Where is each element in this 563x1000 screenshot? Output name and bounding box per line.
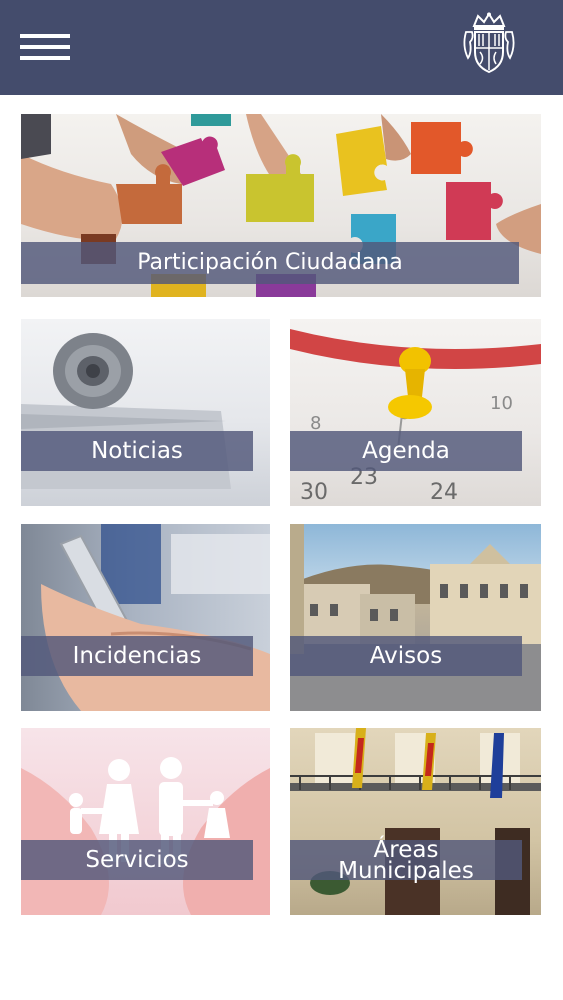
tile-label: Participación Ciudadana bbox=[21, 242, 519, 284]
svg-text:10: 10 bbox=[490, 393, 513, 414]
town-square-image bbox=[290, 524, 541, 711]
tile-servicios[interactable]: Servicios bbox=[21, 728, 270, 915]
tile-avisos[interactable]: Avisos bbox=[290, 524, 541, 711]
tile-incidencias[interactable]: Incidencias bbox=[21, 524, 270, 711]
town-hall-image bbox=[290, 728, 541, 915]
newspaper-image bbox=[21, 319, 270, 506]
top-app-bar bbox=[0, 0, 563, 95]
coat-of-arms-icon[interactable] bbox=[460, 12, 518, 74]
svg-text:30: 30 bbox=[300, 480, 328, 505]
tile-label: Agenda bbox=[290, 431, 522, 471]
tile-label: Noticias bbox=[21, 431, 253, 471]
hamburger-menu-icon[interactable] bbox=[20, 34, 72, 60]
hand-smartphone-image bbox=[21, 524, 270, 711]
tile-agenda[interactable]: 8 9 10 30 23 24 Agenda bbox=[290, 319, 541, 506]
tile-areas-municipales[interactable]: Áreas Municipales bbox=[290, 728, 541, 915]
calendar-pin-image: 8 9 10 30 23 24 bbox=[290, 319, 541, 506]
tile-label: Incidencias bbox=[21, 636, 253, 676]
family-hands-image bbox=[21, 728, 270, 915]
tile-participacion-ciudadana[interactable]: Participación Ciudadana bbox=[21, 114, 541, 297]
tile-label: Avisos bbox=[290, 636, 522, 676]
tile-noticias[interactable]: Noticias bbox=[21, 319, 270, 506]
tile-label-multiline: Áreas Municipales bbox=[290, 839, 522, 884]
tile-label-line2: Municipales bbox=[338, 858, 474, 884]
svg-text:24: 24 bbox=[430, 480, 458, 505]
tile-label: Servicios bbox=[21, 840, 253, 880]
